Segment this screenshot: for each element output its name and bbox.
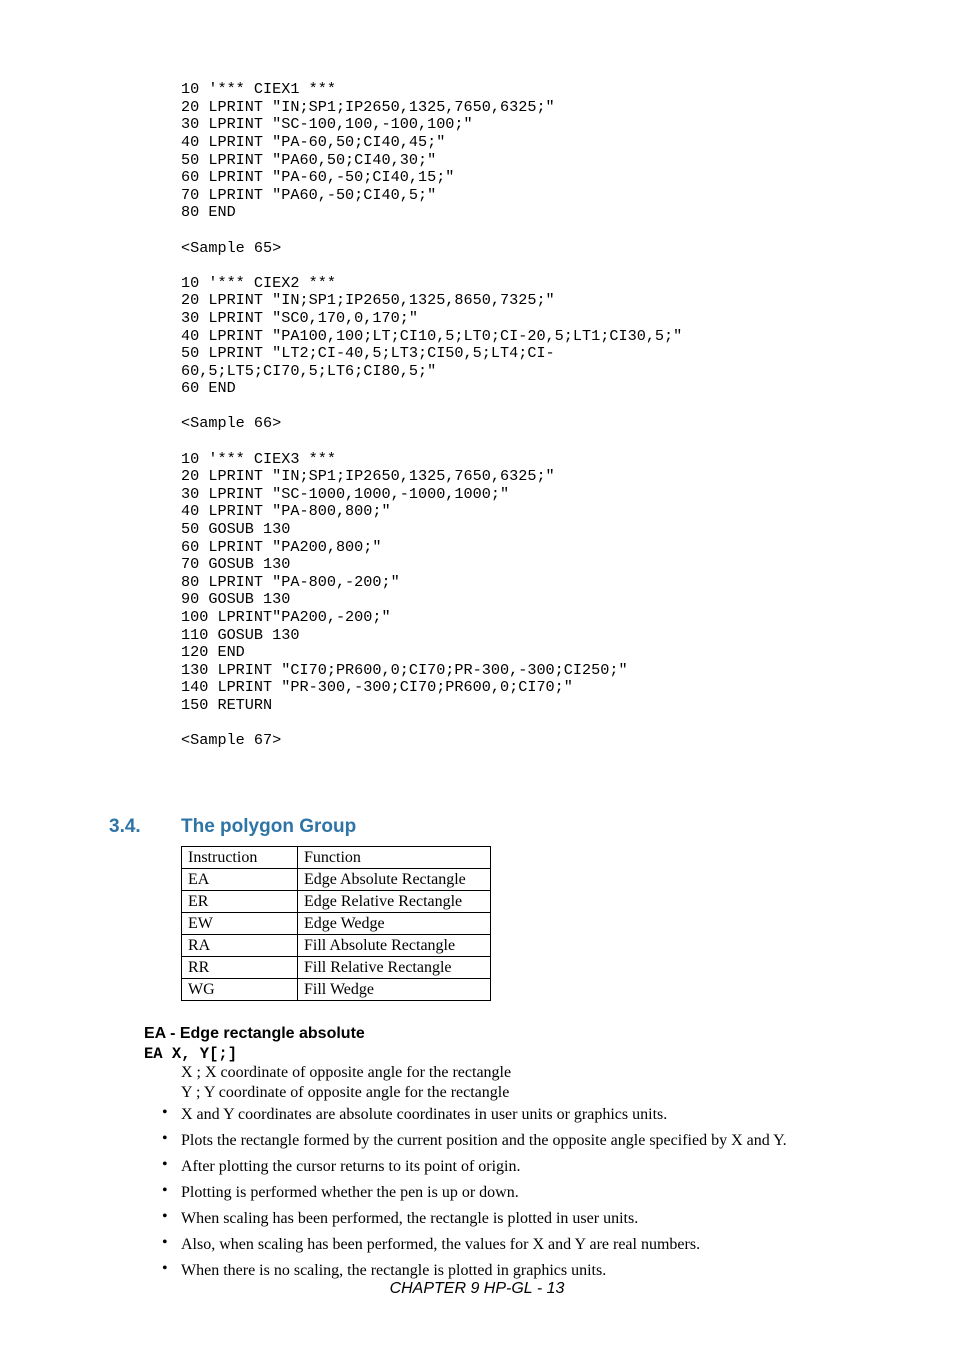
bullet-text: When scaling has been performed, the rec…: [181, 1209, 881, 1228]
bullet-text: Plotting is performed whether the pen is…: [181, 1183, 881, 1202]
code-sample-block: 10 '*** CIEX1 *** 20 LPRINT "IN;SP1;IP26…: [181, 81, 821, 750]
table-row: Instruction Function: [182, 847, 491, 869]
param-line: Y ; Y coordinate of opposite angle for t…: [181, 1083, 509, 1102]
bullet-icon: •: [162, 1104, 168, 1122]
table-row: WG Fill Wedge: [182, 979, 491, 1001]
bullet-text: When there is no scaling, the rectangle …: [181, 1261, 881, 1280]
bullet-text: After plotting the cursor returns to its…: [181, 1157, 881, 1176]
table-row: RR Fill Relative Rectangle: [182, 957, 491, 979]
table-row: RA Fill Absolute Rectangle: [182, 935, 491, 957]
table-cell: Fill Relative Rectangle: [298, 957, 491, 979]
bullet-icon: •: [162, 1208, 168, 1226]
table-cell: Edge Wedge: [298, 913, 491, 935]
bullet-text: X and Y coordinates are absolute coordin…: [181, 1105, 881, 1124]
table-cell: EW: [182, 913, 298, 935]
table-row: EA Edge Absolute Rectangle: [182, 869, 491, 891]
table-cell: RR: [182, 957, 298, 979]
table-cell: Fill Absolute Rectangle: [298, 935, 491, 957]
table-cell: Edge Relative Rectangle: [298, 891, 491, 913]
table-cell: RA: [182, 935, 298, 957]
page-footer: CHAPTER 9 HP-GL - 13: [0, 1280, 954, 1298]
table-cell: ER: [182, 891, 298, 913]
table-head-function: Function: [298, 847, 491, 869]
bullet-icon: •: [162, 1260, 168, 1278]
bullet-text: Also, when scaling has been performed, t…: [181, 1235, 881, 1254]
table-row: ER Edge Relative Rectangle: [182, 891, 491, 913]
section-number: 3.4.: [109, 816, 141, 838]
ea-syntax: EA X, Y[;]: [144, 1045, 237, 1063]
table-cell: WG: [182, 979, 298, 1001]
bullet-text: Plots the rectangle formed by the curren…: [181, 1131, 881, 1150]
bullet-icon: •: [162, 1234, 168, 1252]
bullet-icon: •: [162, 1156, 168, 1174]
ea-heading: EA - Edge rectangle absolute: [144, 1025, 365, 1043]
table-cell: Edge Absolute Rectangle: [298, 869, 491, 891]
table-head-instruction: Instruction: [182, 847, 298, 869]
bullet-icon: •: [162, 1130, 168, 1148]
bullet-icon: •: [162, 1182, 168, 1200]
polygon-instruction-table: Instruction Function EA Edge Absolute Re…: [181, 846, 491, 1001]
table-cell: EA: [182, 869, 298, 891]
section-title: The polygon Group: [181, 816, 356, 838]
table-cell: Fill Wedge: [298, 979, 491, 1001]
table-row: EW Edge Wedge: [182, 913, 491, 935]
param-line: X ; X coordinate of opposite angle for t…: [181, 1063, 511, 1082]
